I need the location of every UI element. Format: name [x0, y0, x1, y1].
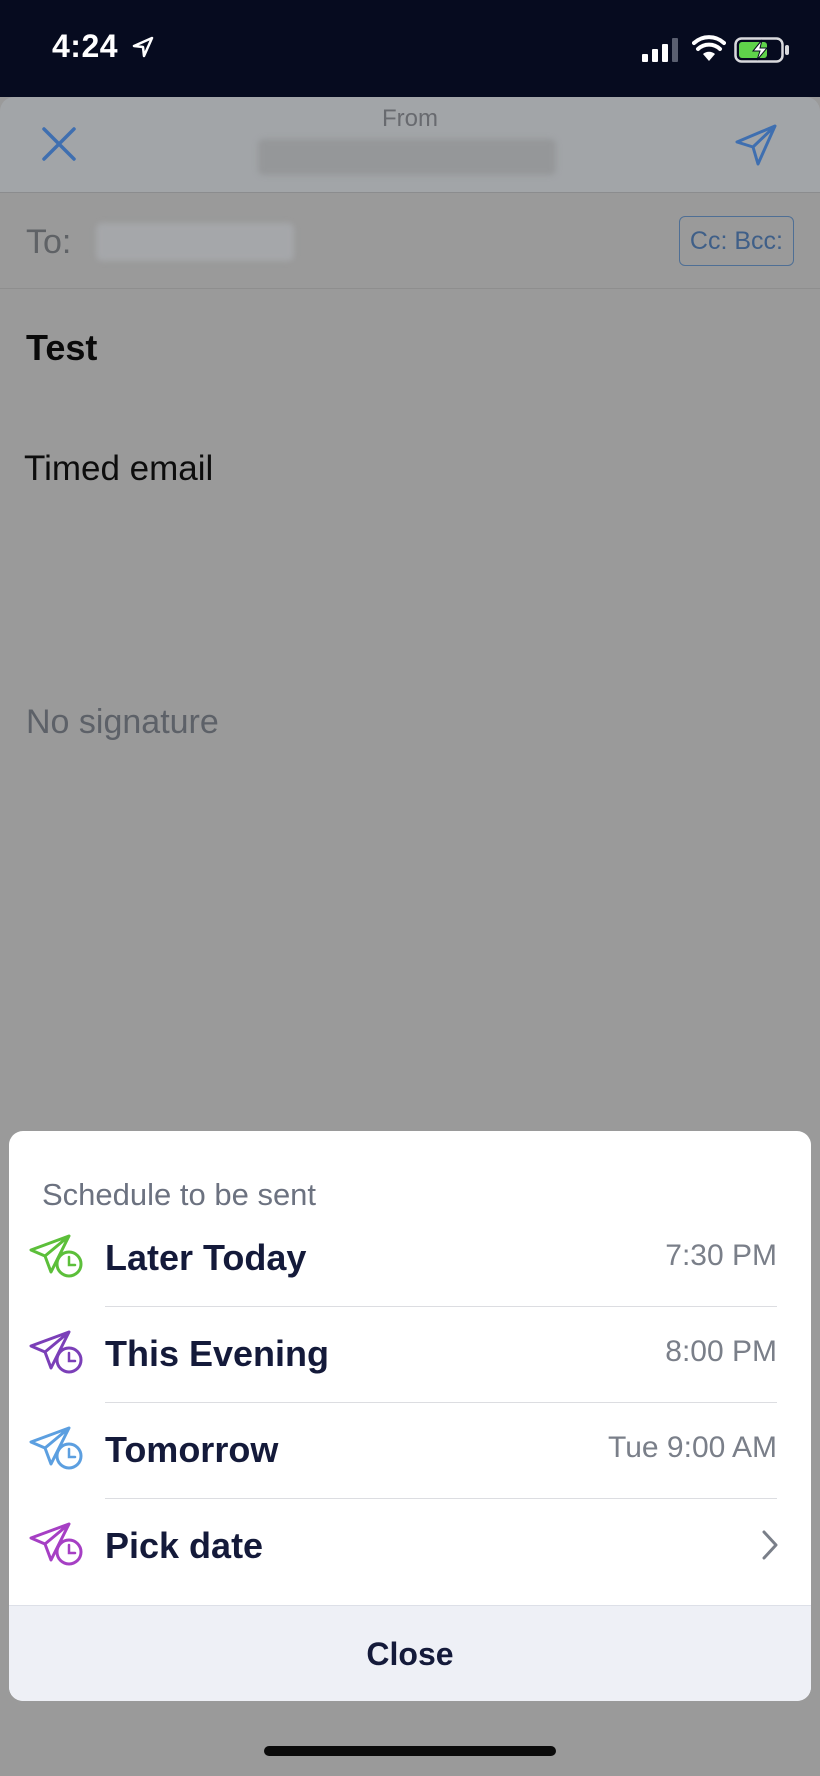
- scheduled-send-icon: [29, 1234, 83, 1278]
- sheet-footer: Close: [9, 1605, 811, 1701]
- message-body[interactable]: Timed email: [24, 449, 213, 489]
- option-tomorrow[interactable]: Tomorrow Tue 9:00 AM: [9, 1403, 811, 1499]
- chevron-right-icon: [762, 1530, 778, 1560]
- option-time: 8:00 PM: [665, 1335, 777, 1368]
- status-bar: 4:24: [0, 0, 820, 97]
- close-button[interactable]: Close: [9, 1606, 811, 1701]
- send-icon[interactable]: [734, 123, 778, 167]
- status-time: 4:24: [52, 28, 119, 64]
- scheduled-send-icon: [29, 1522, 83, 1566]
- home-indicator[interactable]: [264, 1746, 556, 1756]
- option-this-evening[interactable]: This Evening 8:00 PM: [9, 1307, 811, 1403]
- location-arrow-icon: [132, 36, 154, 58]
- option-label: Tomorrow: [105, 1429, 279, 1470]
- cc-bcc-button[interactable]: Cc: Bcc:: [678, 216, 794, 266]
- subject-field[interactable]: Test: [26, 327, 97, 369]
- option-label: Later Today: [105, 1237, 307, 1278]
- option-label: This Evening: [105, 1333, 330, 1374]
- option-time: 7:30 PM: [665, 1239, 777, 1272]
- option-pick-date[interactable]: Pick date: [9, 1499, 811, 1595]
- sheet-title: Schedule to be sent: [42, 1177, 317, 1212]
- option-label: Pick date: [105, 1525, 264, 1566]
- schedule-sheet: Schedule to be sent Later Today 7:30 PM …: [9, 1131, 811, 1701]
- wifi-icon: [692, 35, 726, 61]
- signature-text: No signature: [26, 703, 219, 741]
- from-label: From: [382, 105, 438, 132]
- to-field[interactable]: To: Cc: Bcc:: [0, 193, 820, 289]
- option-time: Tue 9:00 AM: [608, 1431, 777, 1464]
- battery-charging-icon: [734, 37, 789, 63]
- from-account-redacted[interactable]: [258, 139, 556, 175]
- recipient-redacted[interactable]: [96, 223, 294, 261]
- option-later-today[interactable]: Later Today 7:30 PM: [9, 1211, 811, 1307]
- scheduled-send-icon: [29, 1426, 83, 1470]
- compose-header: From: [0, 97, 820, 193]
- cellular-signal-icon: [642, 38, 678, 62]
- scheduled-send-icon: [29, 1330, 83, 1374]
- to-label: To:: [26, 223, 72, 261]
